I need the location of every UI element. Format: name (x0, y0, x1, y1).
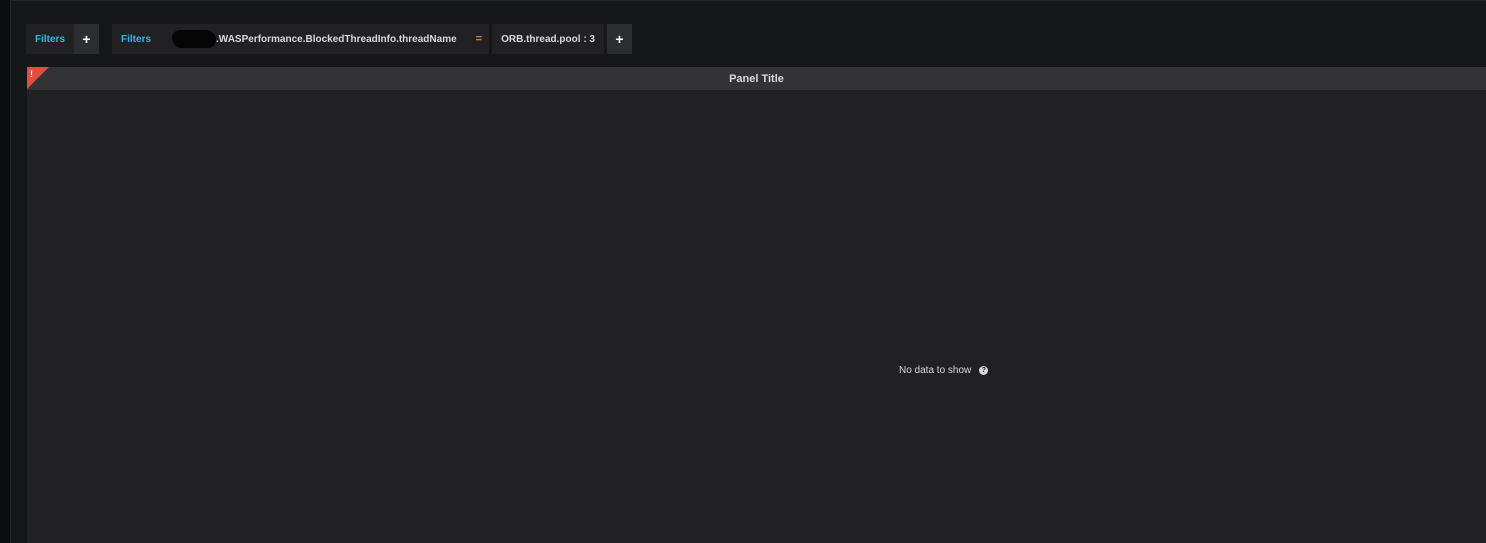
no-data-text: No data to show (899, 365, 972, 376)
help-symbol: ? (981, 367, 986, 374)
filter-key-text: .WASPerformance.BlockedThreadInfo.thread… (216, 33, 457, 45)
filter-key[interactable]: .WASPerformance.BlockedThreadInfo.thread… (160, 24, 469, 54)
filter-operator[interactable]: = (468, 24, 490, 54)
side-menu-strip (0, 0, 10, 543)
add-filter-button-1[interactable]: + (74, 24, 100, 54)
top-divider (11, 0, 1486, 1)
exclamation-icon[interactable]: ! (30, 68, 33, 80)
filters-label-1: Filters (26, 24, 75, 54)
side-menu-edge (10, 0, 11, 543)
panel-title[interactable]: Panel Title (729, 73, 784, 85)
add-filter-button-2[interactable]: + (607, 24, 632, 54)
filters-label-2: Filters (112, 24, 161, 54)
plus-icon: + (615, 31, 624, 47)
graph-panel: Panel Title ! No data to show ? (27, 67, 1486, 543)
panel-header[interactable]: Panel Title (27, 67, 1486, 90)
no-data-message: No data to show ? (899, 365, 989, 376)
ad-hoc-filter-bar: Filters + Filters .WASPerformance.Blocke… (26, 24, 632, 54)
dashboard-page: Filters + Filters .WASPerformance.Blocke… (0, 0, 1486, 543)
filter-value[interactable]: ORB.thread.pool : 3 (492, 24, 604, 54)
question-circle-icon[interactable]: ? (979, 366, 989, 375)
plus-icon: + (82, 31, 91, 47)
redacted-blot (172, 30, 217, 48)
